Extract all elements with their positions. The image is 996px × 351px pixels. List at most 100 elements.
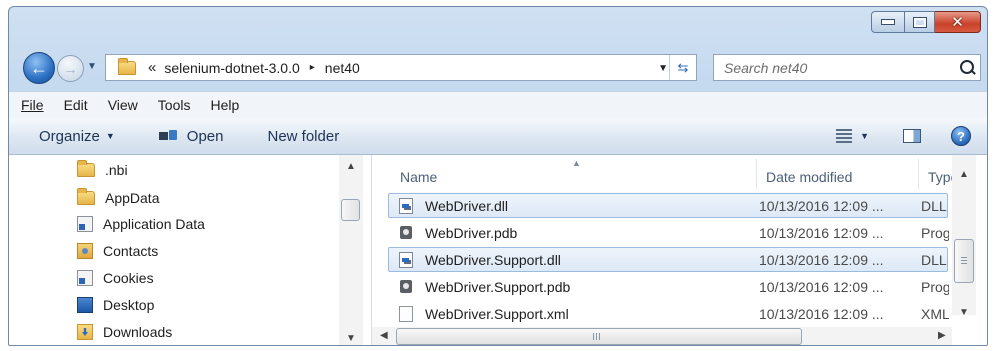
nav-pane-scroll-thumb[interactable] xyxy=(341,199,360,221)
file-list-vertical-scroll-thumb[interactable] xyxy=(954,239,974,283)
help-icon[interactable]: ? xyxy=(951,126,971,146)
open-button[interactable]: Open xyxy=(158,127,224,145)
file-name: WebDriver.Support.xml xyxy=(425,305,569,322)
file-list-horizontal-scrollbar[interactable]: ◀ ▶ xyxy=(372,327,952,345)
minimize-icon xyxy=(881,19,895,25)
minimize-button[interactable] xyxy=(871,11,905,33)
file-date: 10/13/2016 12:09 ... xyxy=(759,224,884,241)
nav-item-appdata[interactable]: AppData xyxy=(77,187,159,209)
refresh-button[interactable]: ⇆ xyxy=(669,55,696,80)
menu-view[interactable]: View xyxy=(108,97,138,113)
nav-pane-scrollbar[interactable]: ▲ ▼ xyxy=(339,155,363,345)
organize-button[interactable]: Organize ▼ xyxy=(39,128,115,145)
column-divider[interactable] xyxy=(918,159,919,189)
open-with-icon xyxy=(158,129,179,143)
scroll-down-arrow-icon[interactable]: ▼ xyxy=(346,333,356,344)
change-view-icon[interactable] xyxy=(836,129,853,143)
toolbar-right-group: ▼ ? xyxy=(836,118,987,154)
nav-item-nbi[interactable]: .nbi xyxy=(77,159,128,181)
content-area: .nbi AppData Application Data Contacts C… xyxy=(9,155,987,345)
search-box[interactable] xyxy=(713,54,981,81)
chevron-down-icon: ▼ xyxy=(87,61,97,72)
file-row-webdriver-support-pdb[interactable]: WebDriver.Support.pdb 10/13/2016 12:09 .… xyxy=(388,274,949,299)
file-name: WebDriver.pdb xyxy=(425,224,518,241)
caption-buttons: ✕ xyxy=(871,11,981,33)
command-bar: Organize ▼ Open New folder ▼ ? xyxy=(9,118,987,155)
file-list-horizontal-scroll-thumb[interactable] xyxy=(396,328,802,345)
scroll-left-arrow-icon[interactable]: ◀ xyxy=(380,330,388,341)
column-header-date-modified[interactable]: Date modified xyxy=(766,169,852,185)
folder-icon xyxy=(77,160,95,177)
menu-edit-label: Edit xyxy=(63,97,88,113)
address-row: ← → ▼ « selenium-dotnet-3.0.0 ▸ net40 ▼ … xyxy=(9,51,987,85)
scroll-down-arrow-icon[interactable]: ▼ xyxy=(959,307,969,318)
file-row-webdriver-pdb[interactable]: WebDriver.pdb 10/13/2016 12:09 ... Prog xyxy=(388,220,949,245)
new-folder-label: New folder xyxy=(267,127,340,145)
scroll-right-arrow-icon[interactable]: ▶ xyxy=(938,330,946,341)
view-options-dropdown[interactable]: ▼ xyxy=(860,131,869,141)
menu-edit[interactable]: Edit xyxy=(64,97,88,113)
file-list-vertical-scrollbar[interactable]: ▲ ▼ xyxy=(952,155,976,318)
file-name: WebDriver.Support.dll xyxy=(425,251,561,268)
dll-file-icon xyxy=(399,198,413,214)
back-arrow-icon: ← xyxy=(30,57,48,78)
nav-item-contacts[interactable]: Contacts xyxy=(77,240,158,262)
nav-item-cookies[interactable]: Cookies xyxy=(77,267,154,289)
help-glyph: ? xyxy=(957,128,965,144)
nav-item-label: .nbi xyxy=(105,162,128,178)
downloads-icon xyxy=(77,324,93,340)
scroll-up-arrow-icon[interactable]: ▲ xyxy=(959,169,969,180)
menu-help-label: Help xyxy=(210,97,240,113)
file-row-webdriver-dll[interactable]: WebDriver.dll 10/13/2016 12:09 ... DLL I xyxy=(388,193,949,218)
nav-item-label: Cookies xyxy=(103,270,154,286)
refresh-icon: ⇆ xyxy=(677,59,689,75)
column-header-name[interactable]: Name xyxy=(400,169,437,185)
column-divider[interactable] xyxy=(756,159,757,189)
search-icon[interactable] xyxy=(960,60,974,74)
new-folder-button[interactable]: New folder xyxy=(268,128,340,145)
menu-help[interactable]: Help xyxy=(210,97,239,113)
nav-item-label: Desktop xyxy=(103,297,155,313)
address-history-dropdown[interactable]: ▼ xyxy=(658,63,668,74)
menu-file[interactable]: File xyxy=(21,97,44,113)
breadcrumb-selenium-dotnet[interactable]: selenium-dotnet-3.0.0 xyxy=(164,60,299,76)
file-type: Prog xyxy=(921,278,949,295)
column-headers: ▲ Name Date modified Type xyxy=(372,155,987,191)
close-button[interactable]: ✕ xyxy=(935,11,981,33)
address-bar[interactable]: « selenium-dotnet-3.0.0 ▸ net40 ▼ ⇆ xyxy=(105,54,697,81)
title-bar: ✕ xyxy=(9,7,987,47)
explorer-window: ✕ ← → ▼ « selenium-dotnet-3.0.0 ▸ net40 … xyxy=(8,6,988,346)
breadcrumb-overflow-button[interactable]: « xyxy=(148,59,156,76)
file-list-pane: ▲ Name Date modified Type WebDriver.dll … xyxy=(372,155,987,345)
navigation-pane: .nbi AppData Application Data Contacts C… xyxy=(9,155,372,345)
file-row-webdriver-support-xml[interactable]: WebDriver.Support.xml 10/13/2016 12:09 .… xyxy=(388,301,949,326)
preview-pane-icon[interactable] xyxy=(903,129,921,143)
file-date: 10/13/2016 12:09 ... xyxy=(759,278,884,295)
search-input[interactable] xyxy=(722,58,946,77)
nav-item-downloads[interactable]: Downloads xyxy=(77,321,172,343)
shortcut-folder-icon xyxy=(77,216,93,232)
file-type: DLL I xyxy=(921,251,949,268)
scroll-up-arrow-icon[interactable]: ▲ xyxy=(346,161,356,172)
back-button[interactable]: ← xyxy=(23,52,55,84)
breadcrumb-net40[interactable]: net40 xyxy=(325,60,360,76)
chevron-down-icon: ▼ xyxy=(105,131,115,141)
nav-item-desktop[interactable]: Desktop xyxy=(77,294,154,316)
recent-locations-dropdown[interactable]: ▼ xyxy=(87,61,97,72)
menu-bar: File Edit View Tools Help xyxy=(9,91,987,119)
forward-button[interactable]: → xyxy=(57,55,84,82)
menu-tools[interactable]: Tools xyxy=(158,97,191,113)
pdb-file-icon xyxy=(399,279,413,295)
grip-icon xyxy=(593,333,600,340)
close-icon: ✕ xyxy=(951,13,964,31)
file-row-webdriver-support-dll[interactable]: WebDriver.Support.dll 10/13/2016 12:09 .… xyxy=(388,247,949,272)
nav-item-application-data[interactable]: Application Data xyxy=(77,213,205,235)
desktop-icon xyxy=(77,297,93,313)
file-type: Prog xyxy=(921,224,949,241)
file-date: 10/13/2016 12:09 ... xyxy=(759,251,884,268)
maximize-button[interactable] xyxy=(905,11,935,33)
shortcut-folder-icon xyxy=(77,270,93,286)
folder-icon xyxy=(118,57,136,75)
open-label: Open xyxy=(186,127,224,145)
breadcrumb-separator-icon[interactable]: ▸ xyxy=(310,62,315,73)
